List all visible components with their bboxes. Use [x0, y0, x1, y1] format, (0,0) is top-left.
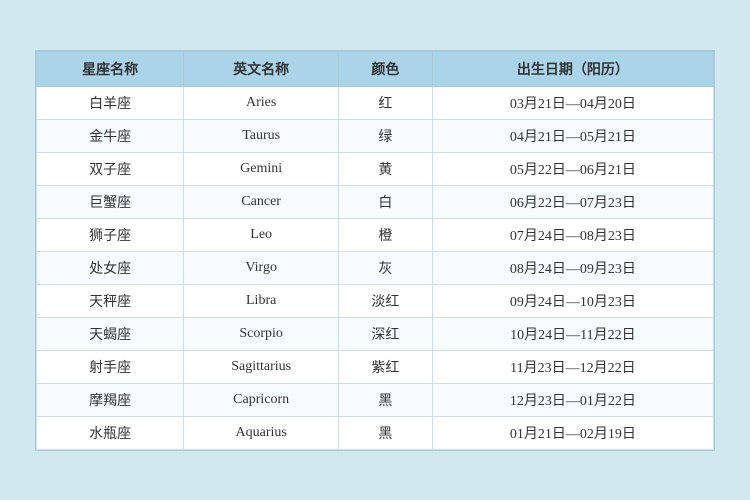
zodiac-table-container: 星座名称 英文名称 颜色 出生日期（阳历） 白羊座Aries红03月21日—04… [35, 50, 715, 451]
cell-english: Libra [184, 284, 339, 317]
cell-dates: 03月21日—04月20日 [432, 86, 713, 119]
table-row: 水瓶座Aquarius黑01月21日—02月19日 [37, 416, 714, 449]
cell-chinese: 狮子座 [37, 218, 184, 251]
cell-chinese: 金牛座 [37, 119, 184, 152]
cell-chinese: 巨蟹座 [37, 185, 184, 218]
table-header-row: 星座名称 英文名称 颜色 出生日期（阳历） [37, 51, 714, 86]
cell-english: Aries [184, 86, 339, 119]
cell-english: Cancer [184, 185, 339, 218]
table-row: 处女座Virgo灰08月24日—09月23日 [37, 251, 714, 284]
table-row: 狮子座Leo橙07月24日—08月23日 [37, 218, 714, 251]
table-row: 金牛座Taurus绿04月21日—05月21日 [37, 119, 714, 152]
cell-chinese: 白羊座 [37, 86, 184, 119]
cell-color: 紫红 [339, 350, 433, 383]
cell-color: 黑 [339, 383, 433, 416]
cell-color: 淡红 [339, 284, 433, 317]
cell-chinese: 天秤座 [37, 284, 184, 317]
cell-dates: 07月24日—08月23日 [432, 218, 713, 251]
cell-color: 黄 [339, 152, 433, 185]
cell-dates: 10月24日—11月22日 [432, 317, 713, 350]
cell-chinese: 水瓶座 [37, 416, 184, 449]
cell-color: 红 [339, 86, 433, 119]
cell-dates: 09月24日—10月23日 [432, 284, 713, 317]
table-row: 天秤座Libra淡红09月24日—10月23日 [37, 284, 714, 317]
col-header-chinese: 星座名称 [37, 51, 184, 86]
cell-dates: 04月21日—05月21日 [432, 119, 713, 152]
col-header-english: 英文名称 [184, 51, 339, 86]
cell-chinese: 射手座 [37, 350, 184, 383]
cell-color: 绿 [339, 119, 433, 152]
table-body: 白羊座Aries红03月21日—04月20日金牛座Taurus绿04月21日—0… [37, 86, 714, 449]
cell-english: Gemini [184, 152, 339, 185]
zodiac-table: 星座名称 英文名称 颜色 出生日期（阳历） 白羊座Aries红03月21日—04… [36, 51, 714, 450]
table-row: 摩羯座Capricorn黑12月23日—01月22日 [37, 383, 714, 416]
cell-english: Scorpio [184, 317, 339, 350]
table-row: 双子座Gemini黄05月22日—06月21日 [37, 152, 714, 185]
table-row: 射手座Sagittarius紫红11月23日—12月22日 [37, 350, 714, 383]
cell-dates: 11月23日—12月22日 [432, 350, 713, 383]
cell-english: Capricorn [184, 383, 339, 416]
table-row: 巨蟹座Cancer白06月22日—07月23日 [37, 185, 714, 218]
col-header-color: 颜色 [339, 51, 433, 86]
cell-english: Aquarius [184, 416, 339, 449]
cell-dates: 08月24日—09月23日 [432, 251, 713, 284]
col-header-dates: 出生日期（阳历） [432, 51, 713, 86]
cell-color: 黑 [339, 416, 433, 449]
cell-color: 白 [339, 185, 433, 218]
table-row: 白羊座Aries红03月21日—04月20日 [37, 86, 714, 119]
cell-color: 橙 [339, 218, 433, 251]
cell-english: Taurus [184, 119, 339, 152]
table-row: 天蝎座Scorpio深红10月24日—11月22日 [37, 317, 714, 350]
cell-english: Virgo [184, 251, 339, 284]
cell-dates: 12月23日—01月22日 [432, 383, 713, 416]
cell-dates: 06月22日—07月23日 [432, 185, 713, 218]
cell-dates: 01月21日—02月19日 [432, 416, 713, 449]
cell-dates: 05月22日—06月21日 [432, 152, 713, 185]
cell-english: Leo [184, 218, 339, 251]
cell-color: 深红 [339, 317, 433, 350]
cell-chinese: 天蝎座 [37, 317, 184, 350]
cell-chinese: 处女座 [37, 251, 184, 284]
cell-chinese: 摩羯座 [37, 383, 184, 416]
cell-color: 灰 [339, 251, 433, 284]
cell-english: Sagittarius [184, 350, 339, 383]
cell-chinese: 双子座 [37, 152, 184, 185]
